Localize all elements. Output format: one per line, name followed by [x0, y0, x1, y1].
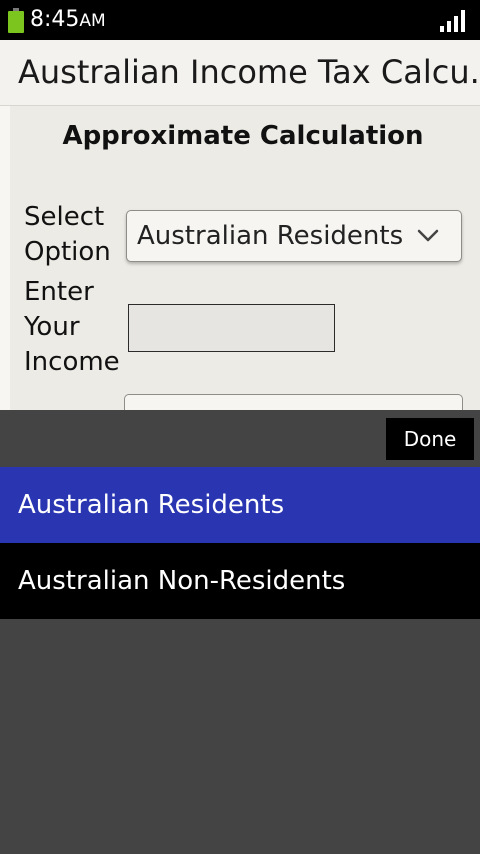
residency-select[interactable]: Australian Residents — [126, 210, 462, 262]
select-option-label-line1: Select — [24, 202, 105, 232]
title-bar: Australian Income Tax Calcu... — [0, 40, 480, 106]
income-label-line3: Income — [24, 347, 120, 377]
chevron-down-icon — [417, 229, 439, 242]
residency-select-value: Australian Residents — [137, 221, 404, 251]
picker-option-australian-non-residents[interactable]: Australian Non-Residents — [0, 543, 480, 619]
clock: 8:45AM — [30, 6, 106, 35]
app-window: Australian Income Tax Calcu... Approxima… — [0, 40, 480, 410]
option-picker: Done Australian Residents Australian Non… — [0, 410, 480, 854]
signal-icon — [440, 10, 466, 32]
income-input[interactable] — [128, 304, 335, 352]
battery-icon — [8, 8, 24, 33]
page-subtitle: Approximate Calculation — [62, 121, 424, 151]
done-button[interactable]: Done — [386, 418, 474, 460]
partially-hidden-field[interactable] — [124, 394, 463, 410]
clock-ampm: AM — [79, 11, 106, 31]
income-label: Enter Your Income — [24, 275, 120, 380]
income-label-line1: Enter — [24, 277, 94, 307]
app-title: Australian Income Tax Calcu... — [18, 53, 480, 91]
income-label-line2: Your — [24, 312, 80, 342]
status-bar: 8:45AM — [0, 0, 480, 40]
select-option-label-line2: Option — [24, 237, 111, 267]
clock-time: 8:45 — [30, 7, 80, 32]
picker-option-australian-residents[interactable]: Australian Residents — [0, 467, 480, 543]
select-option-label: Select Option — [24, 200, 111, 270]
